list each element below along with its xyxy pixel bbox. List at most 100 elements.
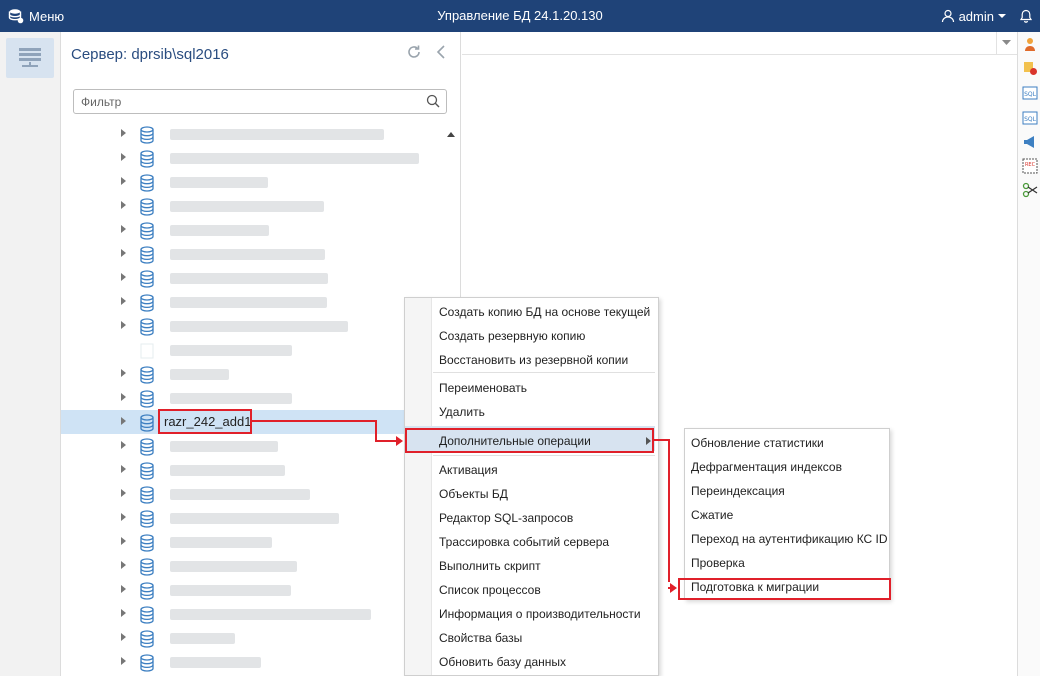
expand-arrow-icon[interactable] xyxy=(121,153,126,161)
expand-arrow-icon[interactable] xyxy=(121,249,126,257)
menu-button[interactable]: Меню xyxy=(8,0,64,32)
tree-row[interactable] xyxy=(61,218,449,242)
record-icon[interactable]: REC xyxy=(1022,158,1038,174)
tree-row[interactable] xyxy=(61,194,449,218)
expand-arrow-icon[interactable] xyxy=(121,369,126,377)
tabs-dropdown-button[interactable] xyxy=(996,32,1016,54)
tree-row[interactable] xyxy=(61,338,449,362)
submenu-reindex[interactable]: Переиндексация xyxy=(691,480,785,502)
menu-restore-backup[interactable]: Восстановить из резервной копии xyxy=(439,349,628,371)
servers-nav-button[interactable] xyxy=(6,38,54,78)
expand-arrow-icon[interactable] xyxy=(121,513,126,521)
tree-row[interactable] xyxy=(61,578,449,602)
menu-run-script[interactable]: Выполнить скрипт xyxy=(439,555,541,577)
tree-row[interactable] xyxy=(61,506,449,530)
menu-activation[interactable]: Активация xyxy=(439,459,498,481)
expand-arrow-icon[interactable] xyxy=(121,537,126,545)
expand-arrow-icon[interactable] xyxy=(121,273,126,281)
menu-delete[interactable]: Удалить xyxy=(439,401,485,423)
expand-arrow-icon[interactable] xyxy=(121,201,126,209)
tree-row[interactable] xyxy=(61,314,449,338)
database-icon xyxy=(139,654,155,675)
tree-row[interactable] xyxy=(61,266,449,290)
tree-row[interactable] xyxy=(61,602,449,626)
submenu-ks-id-auth[interactable]: Переход на аутентификацию КС ID xyxy=(691,528,888,550)
expand-arrow-icon[interactable] xyxy=(121,441,126,449)
submenu-defrag-indexes[interactable]: Дефрагментация индексов xyxy=(691,456,842,478)
blurred-database-name xyxy=(170,585,291,596)
blurred-database-name xyxy=(170,513,339,524)
tree-row[interactable] xyxy=(61,170,449,194)
bell-icon[interactable] xyxy=(1020,9,1032,23)
expand-arrow-icon[interactable] xyxy=(121,129,126,137)
right-toolbar: SQL SQL REC xyxy=(1017,32,1040,676)
menu-process-list[interactable]: Список процессов xyxy=(439,579,541,601)
database-tree: razr_242_add1 xyxy=(61,122,449,676)
tree-row[interactable] xyxy=(61,554,449,578)
sql-query-icon[interactable]: SQL xyxy=(1022,110,1038,126)
expand-arrow-icon[interactable] xyxy=(121,297,126,305)
expand-arrow-icon[interactable] xyxy=(121,177,126,185)
database-icon xyxy=(139,246,155,267)
tree-row[interactable] xyxy=(61,650,449,674)
additional-operations-submenu: Обновление статистики Дефрагментация инде… xyxy=(684,428,890,600)
database-icon xyxy=(139,534,155,555)
tree-row[interactable] xyxy=(61,362,449,386)
menu-db-properties[interactable]: Свойства базы xyxy=(439,627,522,649)
menu-update-db[interactable]: Обновить базу данных xyxy=(439,651,566,673)
refresh-icon[interactable] xyxy=(406,44,422,60)
sql-icon[interactable]: SQL xyxy=(1022,85,1038,101)
menu-trace-events[interactable]: Трассировка событий сервера xyxy=(439,531,609,553)
content-tab-strip xyxy=(462,32,1017,55)
database-icon xyxy=(139,510,155,531)
user-tool-icon[interactable] xyxy=(1022,36,1038,52)
submenu-shrink[interactable]: Сжатие xyxy=(691,504,733,526)
expand-arrow-icon[interactable] xyxy=(121,585,126,593)
panel-title: Сервер: dprsib\sql2016 xyxy=(71,46,229,63)
blurred-database-name xyxy=(170,609,371,620)
database-icon xyxy=(139,198,155,219)
database-icon xyxy=(139,630,155,651)
tree-row[interactable] xyxy=(61,290,449,314)
expand-arrow-icon[interactable] xyxy=(121,225,126,233)
user-menu[interactable]: admin xyxy=(941,9,1006,24)
submenu-check[interactable]: Проверка xyxy=(691,552,745,574)
tree-row[interactable] xyxy=(61,482,449,506)
tree-row-selected[interactable]: razr_242_add1 xyxy=(61,410,449,434)
expand-arrow-icon[interactable] xyxy=(121,465,126,473)
blurred-database-name xyxy=(170,345,292,356)
menu-rename[interactable]: Переименовать xyxy=(439,377,527,399)
expand-arrow-icon[interactable] xyxy=(121,417,126,425)
search-icon[interactable] xyxy=(426,94,440,108)
menu-db-objects[interactable]: Объекты БД xyxy=(439,483,508,505)
expand-arrow-icon[interactable] xyxy=(121,393,126,401)
expand-arrow-icon[interactable] xyxy=(121,561,126,569)
menu-create-copy[interactable]: Создать копию БД на основе текущей xyxy=(439,301,650,323)
tree-row[interactable] xyxy=(61,626,449,650)
database-icon xyxy=(139,486,155,507)
megaphone-icon[interactable] xyxy=(1022,134,1038,150)
tree-row[interactable] xyxy=(61,386,449,410)
expand-arrow-icon[interactable] xyxy=(121,633,126,641)
menu-create-backup[interactable]: Создать резервную копию xyxy=(439,325,585,347)
tree-row[interactable] xyxy=(61,242,449,266)
scroll-up-arrow[interactable] xyxy=(447,132,455,137)
collapse-panel-icon[interactable] xyxy=(436,44,446,60)
expand-arrow-icon[interactable] xyxy=(121,489,126,497)
tree-row[interactable] xyxy=(61,122,449,146)
submenu-update-statistics[interactable]: Обновление статистики xyxy=(691,432,824,454)
tree-row[interactable] xyxy=(61,458,449,482)
menu-performance-info[interactable]: Информация о производительности xyxy=(439,603,641,625)
scissors-icon[interactable] xyxy=(1022,182,1038,198)
tree-row[interactable] xyxy=(61,434,449,458)
expand-arrow-icon[interactable] xyxy=(121,609,126,617)
database-menu-icon xyxy=(8,9,24,24)
blurred-database-name xyxy=(170,489,310,500)
lock-error-icon[interactable] xyxy=(1022,60,1038,76)
tree-row[interactable] xyxy=(61,530,449,554)
filter-input[interactable] xyxy=(74,90,414,113)
expand-arrow-icon[interactable] xyxy=(121,321,126,329)
tree-row[interactable] xyxy=(61,146,449,170)
menu-sql-editor[interactable]: Редактор SQL-запросов xyxy=(439,507,573,529)
expand-arrow-icon[interactable] xyxy=(121,657,126,665)
